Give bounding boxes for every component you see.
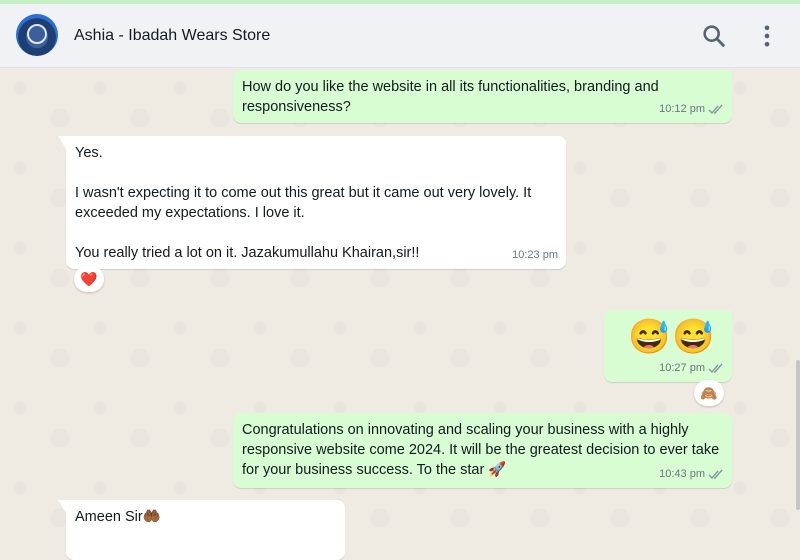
chat-header: Ashia - Ibadah Wears Store xyxy=(0,4,800,68)
message-meta: 10:43 pm xyxy=(659,464,724,484)
message-line xyxy=(75,163,557,183)
bubble-tail xyxy=(58,136,66,149)
message-outgoing[interactable]: Congratulations on innovating and scalin… xyxy=(233,413,732,488)
reaction-heart[interactable]: ❤️ xyxy=(74,266,104,292)
message-text: How do you like the website in all its f… xyxy=(242,79,659,115)
message-meta: 10:12 pm xyxy=(659,99,724,119)
message-emoji: 😅😅 xyxy=(628,318,717,356)
message-time: 10:43 pm xyxy=(659,468,705,480)
contact-name[interactable]: Ashia - Ibadah Wears Store xyxy=(74,27,270,45)
message-meta: 10:23 pm xyxy=(512,245,558,265)
message-incoming[interactable]: Yes. I wasn't expecting it to come out t… xyxy=(58,136,566,269)
avatar-logo xyxy=(27,24,47,44)
message-time: 10:23 pm xyxy=(512,249,558,261)
avatar[interactable] xyxy=(16,14,58,56)
message-line xyxy=(75,223,557,243)
message-line: You really tried a lot on it. Jazakumull… xyxy=(75,245,420,261)
message-meta: 10:27 pm xyxy=(659,358,724,378)
double-check-icon xyxy=(708,363,723,373)
search-icon[interactable] xyxy=(700,22,728,50)
message-time: 10:12 pm xyxy=(659,103,705,115)
message-incoming[interactable]: Ameen Sir🤲🏾 xyxy=(58,500,345,560)
message-time: 10:27 pm xyxy=(659,362,705,374)
message-outgoing[interactable]: How do you like the website in all its f… xyxy=(233,70,732,123)
double-check-icon xyxy=(708,104,723,114)
reaction-see-no-evil[interactable]: 🙈 xyxy=(694,380,724,406)
message-line: Yes. xyxy=(75,145,103,161)
message-text: Ameen Sir🤲🏾 xyxy=(75,509,161,525)
message-text: Congratulations on innovating and scalin… xyxy=(242,422,720,478)
chat-scrollbar[interactable] xyxy=(796,360,800,510)
kebab-menu-icon[interactable] xyxy=(753,22,781,50)
message-outgoing[interactable]: 😅😅 10:27 pm xyxy=(604,310,732,382)
double-check-icon xyxy=(708,469,723,479)
message-line: I wasn't expecting it to come out this g… xyxy=(75,185,532,221)
bubble-tail xyxy=(58,500,66,513)
